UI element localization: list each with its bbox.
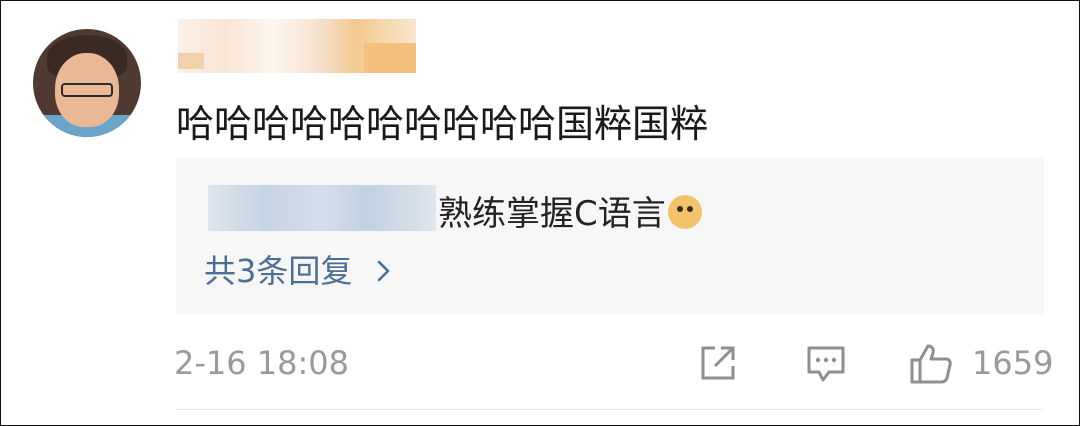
comment-text: 哈哈哈哈哈哈哈哈哈哈国粹国粹 (176, 102, 709, 146)
username-blurred[interactable] (178, 19, 416, 73)
reply-preview-text: 熟练掌握C语言 (438, 186, 702, 235)
doge-emoji-icon (667, 195, 702, 229)
chevron-right-icon (377, 260, 389, 282)
like-count: 1659 (972, 344, 1054, 382)
comment-icon[interactable] (805, 342, 847, 384)
reply-text-content: 熟练掌握C语言 (438, 194, 666, 234)
comment-timestamp: 2-16 18:08 (174, 344, 350, 382)
reply-username-blurred[interactable] (208, 185, 436, 231)
share-icon[interactable] (697, 342, 739, 384)
view-replies-link[interactable]: 共3条回复 (204, 246, 395, 292)
user-avatar[interactable] (33, 29, 141, 137)
reply-preview-box[interactable]: 熟练掌握C语言 共3条回复 (176, 158, 1044, 314)
avatar-glasses (61, 83, 113, 97)
comment-divider (176, 409, 1042, 410)
thumbs-up-icon[interactable] (908, 342, 954, 386)
view-replies-label: 共3条回复 (204, 252, 353, 290)
